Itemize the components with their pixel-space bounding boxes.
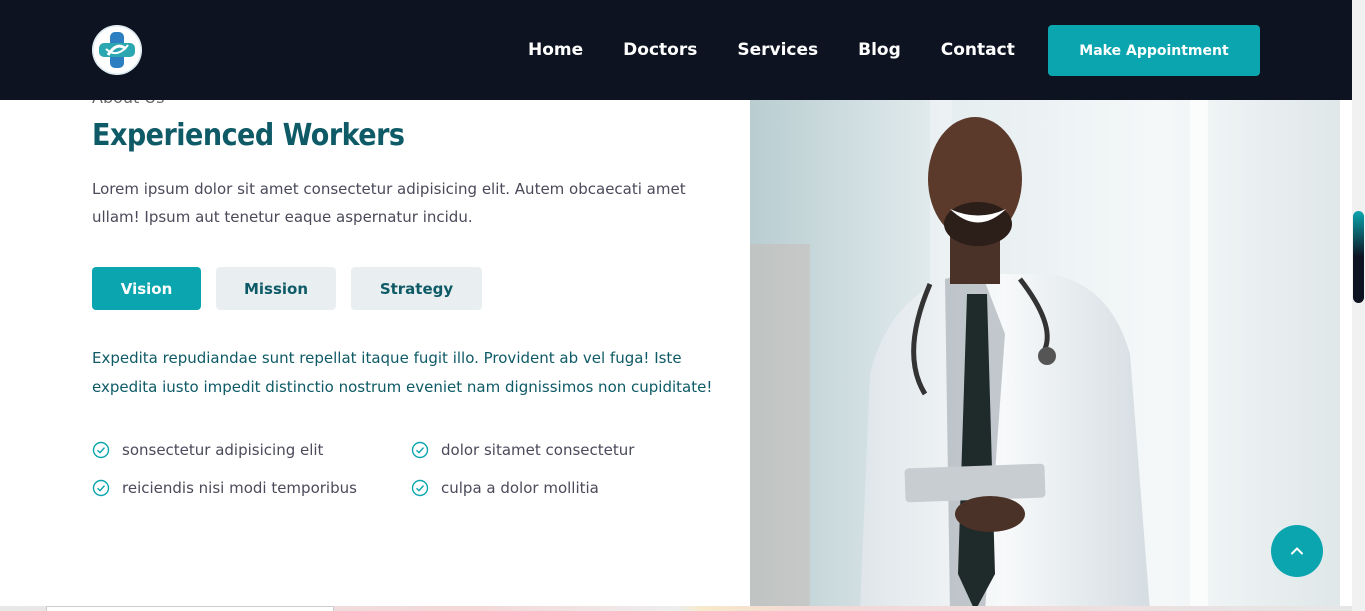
feature-label: dolor sitamet consectetur (441, 441, 635, 459)
feature-label: sonsectetur adipisicing elit (122, 441, 324, 459)
nav-doctors-link[interactable]: Doctors (623, 40, 697, 60)
feature-item: sonsectetur adipisicing elit (92, 441, 323, 459)
feature-label: culpa a dolor mollitia (441, 479, 599, 497)
main-nav: Home Doctors Services Blog Contact (528, 0, 1015, 100)
next-section-card-edge (46, 606, 334, 611)
tab-strategy[interactable]: Strategy (351, 267, 482, 310)
site-logo-icon[interactable] (92, 25, 142, 75)
section-title: Experienced Workers (92, 118, 405, 153)
page-scrollbar[interactable] (1352, 0, 1365, 611)
feature-item: dolor sitamet consectetur (411, 441, 634, 459)
chevron-up-icon (1291, 547, 1303, 555)
nav-services-link[interactable]: Services (737, 40, 818, 60)
check-circle-icon (411, 441, 429, 459)
site-header: Home Doctors Services Blog Contact Make … (0, 0, 1365, 100)
feature-item: reiciendis nisi modi temporibus (92, 479, 357, 497)
make-appointment-button[interactable]: Make Appointment (1048, 25, 1260, 76)
tab-mission[interactable]: Mission (216, 267, 336, 310)
feature-item: culpa a dolor mollitia (411, 479, 599, 497)
nav-home-link[interactable]: Home (528, 40, 583, 60)
check-circle-icon (92, 441, 110, 459)
nav-contact-link[interactable]: Contact (941, 40, 1015, 60)
doctor-photo (750, 94, 1340, 611)
tab-panel-text: Expedita repudiandae sunt repellat itaqu… (92, 349, 713, 396)
about-tabs: Vision Mission Strategy (92, 267, 497, 310)
section-intro: Lorem ipsum dolor sit amet consectetur a… (92, 180, 686, 226)
scroll-to-top-button[interactable] (1271, 525, 1323, 577)
tab-vision[interactable]: Vision (92, 267, 201, 310)
scrollbar-thumb[interactable] (1353, 211, 1364, 303)
check-circle-icon (92, 479, 110, 497)
nav-blog-link[interactable]: Blog (858, 40, 901, 60)
check-circle-icon (411, 479, 429, 497)
feature-label: reiciendis nisi modi temporibus (122, 479, 357, 497)
